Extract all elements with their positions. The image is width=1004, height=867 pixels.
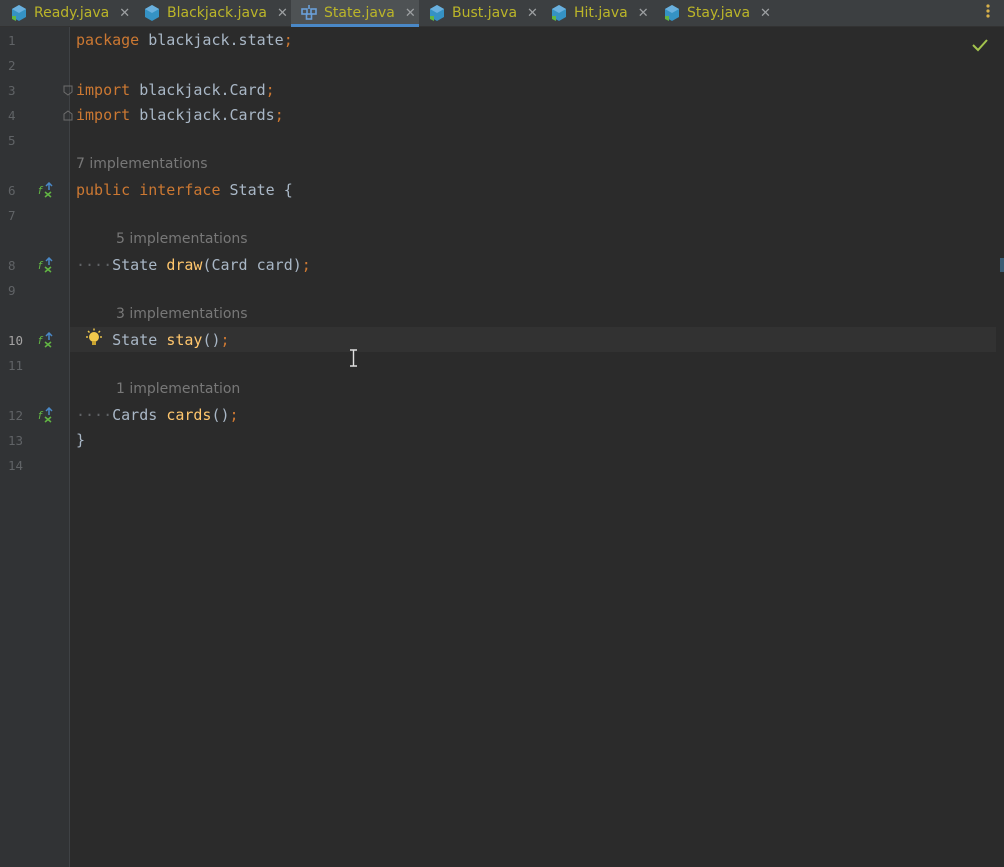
- line-number: 2: [8, 58, 16, 73]
- line-number: 6: [8, 183, 16, 198]
- implementations-hint[interactable]: 7 implementations: [76, 156, 208, 172]
- code-line-12: ····Cards cards();: [76, 406, 239, 424]
- line-number: 13: [8, 433, 24, 448]
- text-cursor-icon: [350, 349, 357, 367]
- code-line-6: public interface State {: [76, 181, 293, 199]
- tab-label: State.java: [324, 5, 395, 21]
- line-number: 8: [8, 258, 16, 273]
- java-class-icon: [145, 5, 159, 21]
- close-icon[interactable]: ✕: [405, 6, 416, 21]
- tab-label: Hit.java: [574, 5, 628, 21]
- close-icon[interactable]: ✕: [119, 6, 130, 21]
- code-line-8: ····State draw(Card card);: [76, 256, 311, 274]
- lightbulb-icon[interactable]: [84, 328, 104, 348]
- close-icon[interactable]: ✕: [277, 6, 288, 21]
- implemented-by-icon[interactable]: f: [37, 332, 53, 348]
- java-class-icon: [430, 5, 444, 21]
- tab-bust-java[interactable]: Bust.java ✕: [428, 0, 538, 26]
- java-class-icon: [552, 5, 566, 21]
- tab-ready-java[interactable]: Ready.java ✕: [10, 0, 130, 26]
- line-number: 7: [8, 208, 16, 223]
- close-icon[interactable]: ✕: [760, 6, 771, 21]
- java-interface-icon: [301, 5, 317, 20]
- line-number: 12: [8, 408, 24, 423]
- code-line-3: import blackjack.Card;: [76, 81, 275, 99]
- tab-label: Blackjack.java: [167, 5, 267, 21]
- code-line-13: }: [76, 431, 86, 449]
- scrollbar-marker: [1000, 258, 1004, 272]
- code-line-1: package blackjack.state;: [76, 31, 293, 49]
- line-number: 1: [8, 33, 16, 48]
- tab-label: Stay.java: [687, 5, 751, 21]
- line-number: 9: [8, 283, 16, 298]
- code-line-4: import blackjack.Cards;: [76, 106, 284, 124]
- editor-tab-bar: Ready.java ✕ Blackjack.java ✕ State.java…: [0, 0, 1004, 27]
- java-class-icon: [12, 5, 26, 21]
- tab-label: Bust.java: [452, 5, 518, 21]
- implementations-hint[interactable]: 5 implementations: [116, 231, 248, 247]
- tab-stay-java[interactable]: Stay.java ✕: [663, 0, 771, 26]
- svg-text:f: f: [38, 259, 44, 272]
- implementations-hint[interactable]: 1 implementation: [116, 381, 240, 397]
- implementations-hint[interactable]: 3 implementations: [116, 306, 248, 322]
- fold-start-icon[interactable]: [63, 85, 73, 96]
- code-editor[interactable]: [70, 27, 1004, 867]
- line-number: 4: [8, 108, 16, 123]
- tab-label: Ready.java: [34, 5, 110, 21]
- java-class-icon: [665, 5, 679, 21]
- more-options-icon[interactable]: [986, 3, 990, 19]
- implemented-by-icon[interactable]: f: [37, 407, 53, 423]
- line-number: 11: [8, 358, 24, 373]
- line-number: 5: [8, 133, 16, 148]
- tab-hit-java[interactable]: Hit.java ✕: [550, 0, 649, 26]
- close-icon[interactable]: ✕: [638, 6, 649, 21]
- fold-end-icon[interactable]: [63, 110, 73, 121]
- svg-text:f: f: [38, 334, 44, 347]
- tab-state-java[interactable]: State.java ✕: [291, 0, 419, 27]
- close-icon[interactable]: ✕: [527, 6, 538, 21]
- checkmark-icon[interactable]: [970, 37, 990, 53]
- line-number: 14: [8, 458, 24, 473]
- tab-blackjack-java[interactable]: Blackjack.java ✕: [143, 0, 288, 26]
- implemented-by-icon[interactable]: f: [37, 182, 53, 198]
- svg-text:f: f: [38, 409, 44, 422]
- svg-text:f: f: [38, 184, 44, 197]
- line-number: 3: [8, 83, 16, 98]
- line-number-current: 10: [8, 333, 24, 348]
- implemented-by-icon[interactable]: f: [37, 257, 53, 273]
